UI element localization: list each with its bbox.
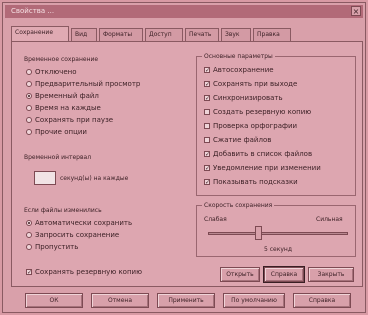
tab-strip: Сохранение Вид Форматы Доступ Печать Зву… <box>11 26 363 42</box>
defaults-button[interactable]: По умолчанию <box>223 293 285 308</box>
option-check-row[interactable]: Создать резервную копию <box>204 108 311 116</box>
option-label: Создать резервную копию <box>213 108 312 116</box>
option-label: Сжатие файлов <box>213 136 272 144</box>
tab-formats[interactable]: Форматы <box>99 28 143 41</box>
save-mode-label: Отключено <box>35 68 77 76</box>
option-checkbox[interactable]: ✓ <box>204 151 210 158</box>
save-mode-row[interactable]: Временный файл <box>26 92 99 100</box>
slider-caption: 5 секунд <box>264 246 292 253</box>
save-mode-radio[interactable] <box>26 69 32 75</box>
changes-label: Автоматически сохранить <box>35 219 133 227</box>
slider-left-label: Слабая <box>204 216 227 223</box>
open-button[interactable]: Открыть <box>220 267 260 282</box>
option-check-row[interactable]: Проверка орфографии <box>204 122 297 130</box>
save-mode-radio[interactable] <box>26 105 32 111</box>
save-mode-radio[interactable] <box>26 117 32 123</box>
option-checkbox[interactable] <box>204 123 210 129</box>
option-label: Уведомление при изменении <box>213 164 321 172</box>
option-checkbox[interactable]: ✓ <box>204 165 210 172</box>
tab-edit[interactable]: Правка <box>253 28 291 41</box>
slider-track[interactable] <box>208 232 348 235</box>
changes-row[interactable]: Пропустить <box>26 243 78 251</box>
slider-right-label: Сильная <box>316 216 343 223</box>
tab-view[interactable]: Вид <box>71 28 97 41</box>
close-button-inner[interactable]: Закрыть <box>308 267 354 282</box>
save-mode-row[interactable]: Время на каждые <box>26 104 101 112</box>
interval-input[interactable] <box>34 171 56 185</box>
option-checkbox[interactable]: ✓ <box>204 67 210 74</box>
interval-title: Временной интервал <box>24 154 92 161</box>
option-label: Показывать подсказки <box>213 178 298 186</box>
option-label: Синхронизировать <box>213 94 283 102</box>
option-checkbox[interactable]: ✓ <box>204 95 210 102</box>
option-check-row[interactable]: ✓ Автосохранение <box>204 66 274 74</box>
save-mode-row[interactable]: Сохранять при паузе <box>26 116 113 124</box>
save-mode-row[interactable]: Предварительный просмотр <box>26 80 140 88</box>
option-check-row[interactable]: ✓ Показывать подсказки <box>204 178 298 186</box>
main-options-title: Основные параметры <box>202 53 275 60</box>
option-check-row[interactable]: ✓ Уведомление при изменении <box>204 164 321 172</box>
help-button[interactable]: Справка <box>293 293 351 308</box>
option-checkbox[interactable]: ✓ <box>204 81 210 88</box>
cancel-button[interactable]: Отмена <box>91 293 149 308</box>
changes-row[interactable]: Автоматически сохранить <box>26 219 132 227</box>
save-mode-label: Время на каждые <box>35 104 101 112</box>
save-mode-row[interactable]: Отключено <box>26 68 76 76</box>
changes-radio[interactable] <box>26 232 32 238</box>
slider-title: Скорость сохранения <box>202 202 275 209</box>
changes-row[interactable]: Запросить сохранение <box>26 231 119 239</box>
option-label: Автосохранение <box>213 66 274 74</box>
option-checkbox[interactable] <box>204 137 210 143</box>
changes-label: Пропустить <box>35 243 79 251</box>
save-mode-radio[interactable] <box>26 81 32 87</box>
tab-sound[interactable]: Звук <box>221 28 251 41</box>
backup-check-row[interactable]: ✓ Сохранять резервную копию <box>26 268 142 276</box>
window-title: Свойства ... <box>11 7 55 15</box>
backup-check-label: Сохранять резервную копию <box>35 268 142 276</box>
changes-radio[interactable] <box>26 244 32 250</box>
option-check-row[interactable]: ✓ Синхронизировать <box>204 94 283 102</box>
option-label: Сохранять при выходе <box>213 80 298 88</box>
save-mode-radio[interactable] <box>26 129 32 135</box>
tab-save[interactable]: Сохранение <box>11 26 69 42</box>
save-mode-label: Предварительный просмотр <box>35 80 141 88</box>
option-check-row[interactable]: Сжатие файлов <box>204 136 271 144</box>
backup-checkbox[interactable]: ✓ <box>26 269 32 276</box>
tab-panel: Временное сохранение Отключено Предварите… <box>11 41 363 287</box>
properties-dialog: Свойства ... × Сохранение Вид Форматы До… <box>2 2 366 313</box>
save-mode-radio[interactable] <box>26 93 32 99</box>
radio-group-title: Временное сохранение <box>24 56 99 63</box>
ok-button[interactable]: ОК <box>25 293 83 308</box>
group2-title: Если файлы изменились <box>24 207 102 214</box>
option-label: Проверка орфографии <box>213 122 298 130</box>
tab-print[interactable]: Печать <box>185 28 219 41</box>
save-mode-label: Временный файл <box>35 92 99 100</box>
slider-thumb[interactable] <box>254 226 262 240</box>
interval-suffix: секунд(ы) на каждые <box>60 175 129 182</box>
option-checkbox[interactable] <box>204 109 210 115</box>
title-bar: Свойства ... × <box>5 5 363 18</box>
option-check-row[interactable]: ✓ Добавить в список файлов <box>204 150 312 158</box>
save-mode-label: Прочие опции <box>35 128 87 136</box>
save-mode-label: Сохранять при паузе <box>35 116 114 124</box>
save-mode-row[interactable]: Прочие опции <box>26 128 87 136</box>
help-button-inner[interactable]: Справка <box>263 266 305 283</box>
close-icon[interactable]: × <box>351 6 361 16</box>
option-checkbox[interactable]: ✓ <box>204 179 210 186</box>
changes-label: Запросить сохранение <box>35 231 120 239</box>
option-label: Добавить в список файлов <box>213 150 313 158</box>
option-check-row[interactable]: ✓ Сохранять при выходе <box>204 80 297 88</box>
changes-radio[interactable] <box>26 220 32 226</box>
apply-button[interactable]: Применить <box>157 293 215 308</box>
tab-access[interactable]: Доступ <box>145 28 183 41</box>
